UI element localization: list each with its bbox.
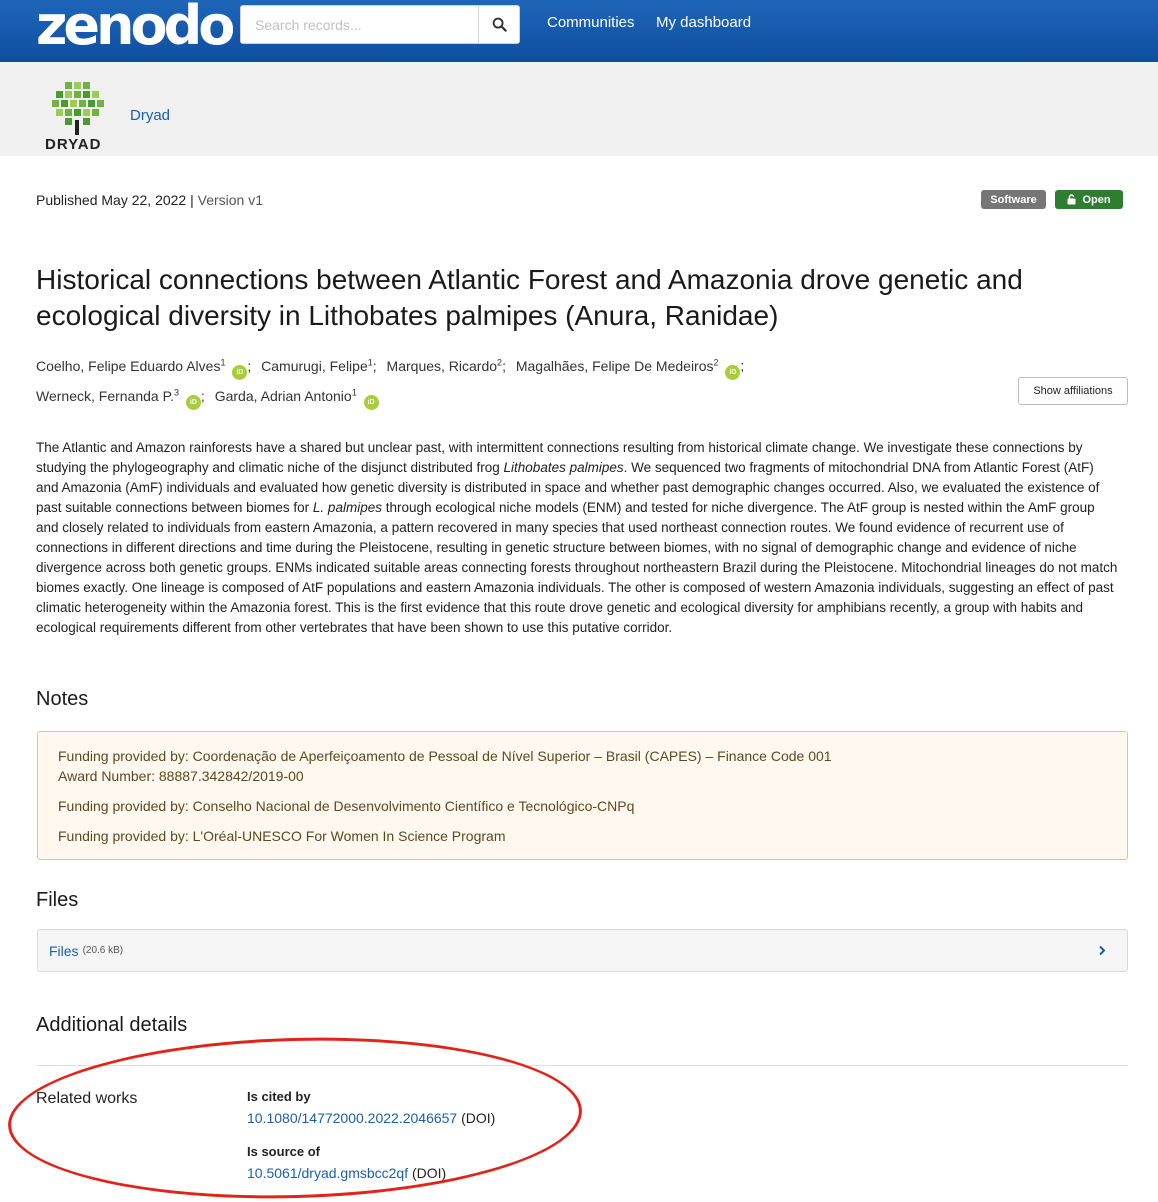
community-header: DRYAD Dryad [0,62,1158,156]
creator-name: Magalhães, Felipe De Medeiros [515,357,714,374]
award-number: Award Number: 88887.342842/2019-00 [58,768,304,784]
creator-name: Werneck, Fernanda P. [36,388,175,405]
creator-name: Camurugi, Felipe [261,357,368,374]
resource-type-badge[interactable]: Software [981,190,1046,209]
affiliation-number: 2 [713,357,719,367]
show-affiliations-button[interactable]: Show affiliations [1018,377,1128,405]
doi-link[interactable]: 10.1080/14772000.2022.2046657 [247,1110,457,1126]
relation-type: Is source of [247,1144,320,1159]
files-size: (20.6 kB) [82,945,124,956]
orcid-icon[interactable]: iD [232,364,248,380]
species-name: L. palmipes [312,500,382,515]
publication-info: Published May 22, 2022 | Version v1 [36,192,264,208]
search-icon [492,17,507,32]
search-box [240,5,520,44]
related-works-label: Related works [36,1090,138,1107]
related-identifier: 10.5061/dryad.gmsbcc2qf (DOI) [247,1165,446,1181]
creator-name: Garda, Adrian Antonio [214,388,352,405]
files-accordion[interactable]: Files (20.6 kB) [37,929,1128,972]
creator-name: Marques, Ricardo [386,357,498,374]
funding-note: Funding provided by: L'Oréal-UNESCO For … [58,828,506,844]
section-divider [37,1065,1128,1066]
relation-type: Is cited by [247,1089,311,1104]
affiliation-number: 3 [174,387,180,398]
version-label: Version v1 [197,192,264,208]
chevron-right-icon [1099,945,1106,956]
identifier-scheme: (DOI) [461,1110,496,1126]
search-button[interactable] [478,6,519,43]
access-badge[interactable]: Open [1055,190,1123,209]
published-date: Published May 22, 2022 [36,192,187,208]
creator[interactable]: Werneck, Fernanda P.3 iD [36,387,201,411]
nav-communities[interactable]: Communities [547,14,635,31]
identifier-scheme: (DOI) [412,1165,447,1181]
creator-name: Coelho, Felipe Eduardo Alves [36,357,221,374]
unlock-icon [1067,194,1076,205]
zenodo-logo[interactable]: zenodo [36,0,235,54]
record-title: Historical connections between Atlantic … [36,264,1023,331]
notes-box: Funding provided by: Coordenação de Aper… [37,731,1128,860]
creator[interactable]: Marques, Ricardo2 [386,357,503,374]
files-label: Files [49,942,79,959]
creator[interactable]: Camurugi, Felipe1 [261,357,373,374]
access-badge-label: Open [1082,193,1111,206]
related-identifier: 10.1080/14772000.2022.2046657 (DOI) [247,1110,495,1126]
orcid-icon[interactable]: iD [363,395,379,411]
description-text: through ecological niche models (ENM) an… [36,500,1118,635]
species-name: Lithobates palmipes [503,460,624,475]
dryad-wordmark: DRYAD [45,136,102,153]
community-link-dryad[interactable]: Dryad [130,107,170,124]
doi-link[interactable]: 10.5061/dryad.gmsbcc2qf [247,1165,408,1181]
record-description: The Atlantic and Amazon rainforests have… [36,438,1120,638]
affiliation-number: 1 [367,357,373,367]
affiliation-number: 1 [351,387,357,398]
funding-note: Funding provided by: Coordenação de Aper… [58,748,832,764]
files-heading: Files [36,889,79,911]
creator[interactable]: Magalhães, Felipe De Medeiros2 iD [515,357,741,380]
additional-details-heading: Additional details [36,1014,188,1036]
search-input[interactable] [241,6,478,43]
orcid-icon[interactable]: iD [185,395,201,411]
creators-list: Coelho, Felipe Eduardo Alves1 iD; Camuru… [36,349,996,411]
notes-heading: Notes [36,688,89,710]
creator[interactable]: Coelho, Felipe Eduardo Alves1 iD [36,357,248,380]
nav-my-dashboard[interactable]: My dashboard [656,14,751,31]
orcid-icon[interactable]: iD [725,364,741,380]
top-navbar: zenodo Communities My dashboard [0,0,1158,62]
creator[interactable]: Garda, Adrian Antonio1 iD [214,387,379,411]
funding-note: Funding provided by: Conselho Nacional d… [58,798,635,814]
affiliation-number: 1 [220,357,226,367]
